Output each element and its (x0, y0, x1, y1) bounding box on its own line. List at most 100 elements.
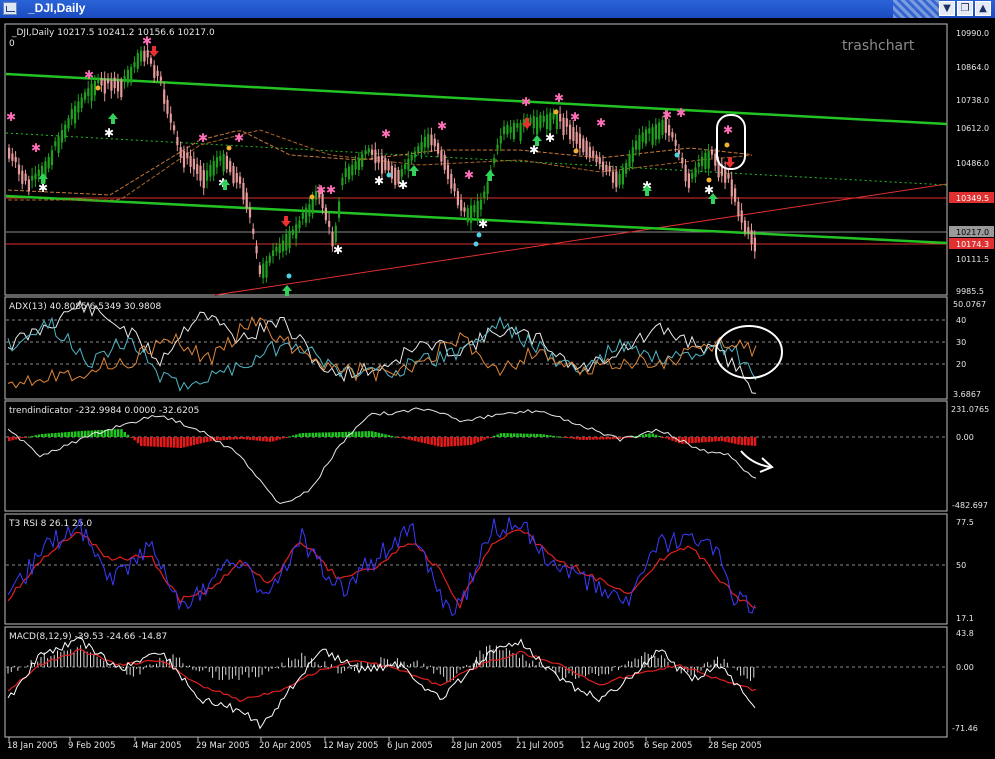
candle-body (635, 140, 638, 150)
candle-body (173, 125, 176, 131)
candle-body (611, 171, 615, 183)
restore-button[interactable]: ❐ (957, 1, 973, 16)
trend-histogram-bar (146, 437, 150, 447)
trend-histogram-bar (344, 431, 348, 437)
trend-histogram-bar (219, 437, 222, 441)
trend-histogram-bar (34, 435, 37, 437)
candle-body (57, 136, 60, 153)
candle-body (704, 152, 707, 169)
candle-body (628, 153, 631, 167)
window-title-bar[interactable]: _DJI,Daily ▼ ❐ ▲ (0, 0, 995, 18)
candle-body (654, 124, 657, 140)
candle-body (374, 149, 377, 164)
candle-body (684, 164, 687, 182)
candle-body (90, 83, 93, 102)
date-axis-label: 12 Aug 2005 (580, 741, 634, 751)
trend-histogram-bar (252, 437, 255, 441)
candle-body (136, 53, 139, 69)
trend-panel-header: trendindicator -232.9984 0.0000 -32.6205 (9, 406, 199, 416)
candle-body (565, 118, 568, 127)
trend-histogram-bar (262, 437, 265, 442)
trend-histogram-bar (93, 430, 97, 437)
trend-histogram-bar (598, 437, 602, 440)
chart-window-icon[interactable] (3, 2, 17, 15)
candle-body (430, 134, 433, 146)
candle-body (143, 50, 146, 62)
trend-histogram-bar (44, 433, 47, 437)
minimize-button[interactable]: ▼ (939, 1, 955, 16)
candle-body (272, 250, 275, 257)
adx-axis-40: 40 (956, 316, 966, 325)
trend-histogram-bar (133, 437, 136, 441)
star-signal-icon: ✱ (326, 183, 336, 197)
signal-dot (573, 148, 579, 154)
candle-body (545, 114, 549, 130)
date-axis-label: 12 May 2005 (323, 741, 378, 751)
trend-histogram-bar (235, 437, 239, 440)
trend-histogram-bar (24, 437, 27, 438)
candle-body (539, 115, 542, 129)
candle-body (34, 173, 37, 180)
trend-histogram-bar (539, 433, 542, 437)
trend-histogram-bar (483, 437, 486, 440)
trend-histogram-bar (664, 437, 668, 439)
candle-body (499, 136, 502, 144)
trend-histogram-bar (186, 437, 189, 447)
trend-histogram-bar (149, 437, 153, 447)
trend-histogram-bar (367, 431, 371, 437)
trend-histogram-bar (278, 437, 282, 440)
trend-histogram-bar (450, 437, 453, 447)
candle-body (80, 97, 83, 108)
date-axis-label: 6 Jun 2005 (387, 741, 433, 751)
trend-axis-zero: 0.00 (956, 433, 974, 442)
trend-histogram-bar (529, 433, 532, 437)
star-signal-icon: ✱ (398, 178, 408, 192)
candle-body (427, 134, 430, 148)
date-axis-label: 6 Sep 2005 (644, 741, 692, 751)
candle-body (387, 162, 390, 171)
trend-histogram-bar (466, 437, 470, 446)
star-signal-icon: ✱ (198, 131, 208, 145)
trend-histogram-bar (714, 437, 717, 442)
star-signal-icon: ✱ (464, 168, 474, 182)
trend-histogram-bar (562, 437, 565, 438)
candle-body (130, 67, 133, 83)
price-axis: 10990.0 10864.0 10738.0 10612.0 10486.0 10111… (956, 29, 989, 296)
candle-body (258, 265, 261, 274)
close-button[interactable]: ▲ (975, 1, 991, 16)
candle-body (549, 112, 552, 131)
candle-body (437, 143, 440, 154)
trend-histogram-bar (338, 432, 341, 437)
candle-body (288, 230, 291, 249)
candle-body (163, 89, 166, 104)
trend-histogram-bar (232, 437, 235, 440)
trend-histogram-bar (730, 437, 734, 444)
candle-body (638, 135, 641, 150)
candle-body (83, 92, 87, 100)
chart-area[interactable]: _DJI,Daily 10217.5 10241.2 10156.6 10217… (0, 18, 995, 755)
trend-histogram-bar (64, 432, 67, 437)
candle-body (149, 57, 153, 64)
date-axis-label: 21 Jul 2005 (516, 741, 564, 751)
trend-histogram-bar (578, 437, 582, 440)
candle-body (291, 229, 294, 235)
trend-histogram-bar (532, 433, 536, 437)
date-axis-label: 4 Mar 2005 (133, 741, 181, 751)
trend-histogram-bar (163, 437, 166, 448)
chart-canvas[interactable]: _DJI,Daily 10217.5 10241.2 10156.6 10217… (0, 18, 995, 755)
trend-histogram-bar (245, 437, 249, 440)
candle-body (493, 158, 496, 164)
candle-body (503, 126, 506, 134)
candle-body (120, 80, 123, 98)
candle-body (285, 233, 288, 251)
candle-body (113, 77, 116, 88)
trend-histogram-bar (285, 437, 288, 438)
title-bar-pattern (893, 0, 939, 18)
trend-histogram-bar (192, 437, 196, 446)
trend-histogram-bar (668, 437, 671, 440)
trend-histogram-bar (463, 437, 466, 446)
candle-body (192, 158, 195, 170)
candle-body (420, 142, 423, 152)
trend-histogram-bar (169, 437, 173, 448)
trend-histogram-bar (443, 437, 447, 447)
